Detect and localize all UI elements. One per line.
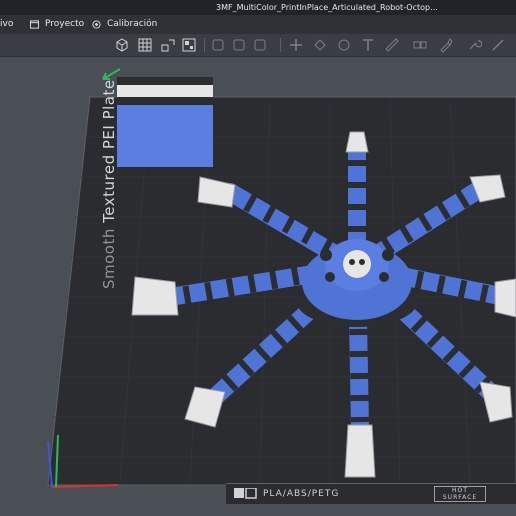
rotate-icon[interactable] <box>231 37 247 53</box>
title-bar: 3MF_MultiColor_PrintInPlace_Articulated_… <box>0 0 516 15</box>
menu-item-calibration[interactable]: Calibración <box>92 19 157 29</box>
hot-surface-line1: HOT <box>452 487 468 494</box>
auto-orient-icon[interactable] <box>160 37 176 53</box>
toolbar-separator <box>280 38 281 52</box>
paint-icon[interactable] <box>438 37 454 53</box>
project-icon <box>30 19 39 29</box>
support-icon[interactable] <box>312 37 328 53</box>
bed-label: Smooth Textured PEI Plate <box>100 79 118 289</box>
calibration-icon <box>92 19 101 29</box>
scene <box>47 68 516 488</box>
plate-tag: PLA/ABS/PETG HOT SURFACE <box>226 483 516 504</box>
arrange-icon[interactable] <box>181 37 197 53</box>
3d-viewport[interactable]: Smooth Textured PEI Plate PLA/ABS/PETG H… <box>0 57 516 516</box>
toolbar <box>0 34 516 57</box>
toolbar-separator <box>204 38 205 52</box>
menu-bar: ivo Proyecto Calibración <box>0 15 516 34</box>
add-cube-icon[interactable] <box>114 37 130 53</box>
move-icon[interactable] <box>210 37 226 53</box>
scale-icon[interactable] <box>252 37 268 53</box>
wipe-tower <box>117 77 213 167</box>
grid-icon[interactable] <box>137 37 153 53</box>
assembly-icon[interactable] <box>412 37 428 53</box>
seam-icon[interactable] <box>336 37 352 53</box>
menu-item-file[interactable]: ivo <box>0 19 13 29</box>
menu-item-label: ivo <box>0 19 14 29</box>
menu-item-label: Calibración <box>107 19 158 29</box>
bed-label-text: Textured PEI Plate <box>100 79 118 223</box>
plate-logo-icon <box>234 488 257 499</box>
menu-item-project[interactable]: Proyecto <box>30 19 84 29</box>
cut-icon[interactable] <box>288 37 304 53</box>
hot-surface-warning: HOT SURFACE <box>434 486 486 502</box>
hot-surface-line2: SURFACE <box>442 494 478 501</box>
bed-label-prefix: Smooth <box>100 228 118 289</box>
body-eye <box>343 250 371 278</box>
wrench-icon[interactable] <box>466 37 482 53</box>
measure-icon[interactable] <box>384 37 400 53</box>
plate-material-text: PLA/ABS/PETG <box>263 489 340 499</box>
menu-item-label: Proyecto <box>45 19 85 29</box>
brush-icon[interactable] <box>490 37 506 53</box>
window-title: 3MF_MultiColor_PrintInPlace_Articulated_… <box>216 3 438 12</box>
text-icon[interactable] <box>360 37 376 53</box>
